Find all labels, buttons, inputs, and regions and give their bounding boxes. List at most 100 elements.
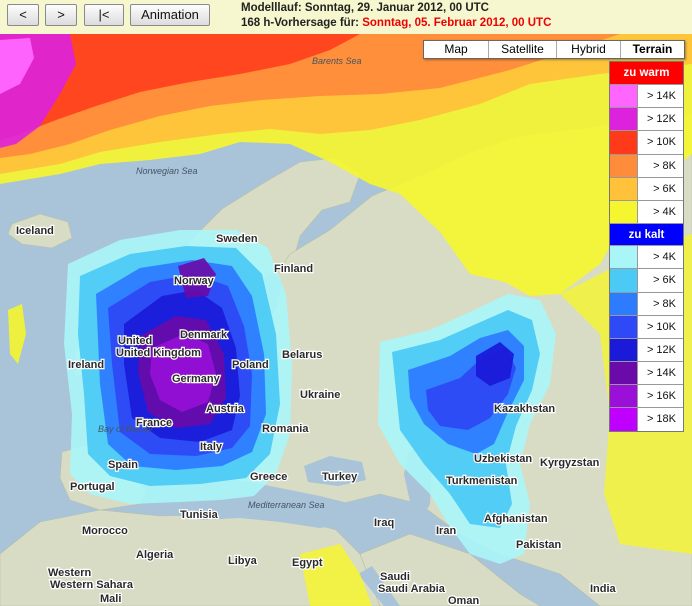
- map-label-morocco: Morocco: [82, 525, 128, 537]
- legend-swatch: [610, 315, 638, 338]
- map-label-turkey: Turkey: [322, 471, 358, 483]
- map-label-united-kingdom: United Kingdom: [116, 347, 201, 359]
- legend-swatch: [610, 292, 638, 315]
- legend-label: > 12K: [638, 108, 683, 131]
- next-frame-button[interactable]: >: [45, 4, 77, 26]
- map-label-ukraine: Ukraine: [300, 389, 340, 401]
- map-label-iran: Iran: [436, 525, 456, 537]
- legend-swatch: [610, 108, 638, 131]
- legend-row: > 16K: [610, 384, 683, 408]
- map-label-uzbekistan: Uzbekistan: [474, 453, 532, 465]
- legend-row: > 8K: [610, 153, 683, 177]
- first-frame-button[interactable]: |<: [84, 4, 124, 26]
- legend-label: > 8K: [638, 154, 683, 177]
- map-label-oman: Oman: [448, 595, 479, 606]
- legend-row: > 4K: [610, 199, 683, 224]
- map-label-italy: Italy: [200, 441, 223, 453]
- legend-swatch: [610, 338, 638, 362]
- map-label-india: India: [590, 583, 617, 595]
- map-label-kazakhstan: Kazakhstan: [494, 403, 555, 415]
- legend-label: > 12K: [638, 338, 683, 362]
- legend-label: > 10K: [638, 131, 683, 154]
- forecast-line: 168 h-Vorhersage für: Sonntag, 05. Febru…: [241, 16, 551, 31]
- map-label-mediterranean: Mediterranean Sea: [248, 500, 325, 510]
- map-label-saudi: Saudi: [380, 571, 410, 583]
- legend-row: > 6K: [610, 176, 683, 200]
- map-label-sweden: Sweden: [216, 233, 258, 245]
- legend-label: > 14K: [638, 85, 683, 108]
- legend-swatch: [610, 362, 638, 385]
- map-label-ireland: Ireland: [68, 359, 104, 371]
- map-type-terrain-button[interactable]: Terrain: [621, 41, 684, 58]
- legend-row: > 14K: [610, 361, 683, 385]
- legend-row: > 12K: [610, 337, 683, 362]
- legend-label: > 4K: [638, 200, 683, 224]
- legend-label: > 16K: [638, 385, 683, 408]
- map-label-iceland: Iceland: [16, 225, 54, 237]
- map-label-pakistan: Pakistan: [516, 539, 562, 551]
- map-label-portugal: Portugal: [70, 481, 115, 493]
- map-label-belarus: Belarus: [282, 349, 322, 361]
- legend-swatch: [610, 246, 638, 269]
- anomaly-legend: zu warm > 14K > 12K > 10K > 8K > 6K > 4K zu k…: [609, 61, 684, 432]
- legend-warm-title: zu warm: [610, 62, 683, 84]
- map-label-austria: Austria: [206, 403, 245, 415]
- legend-row: > 14K: [610, 84, 683, 108]
- model-run-value: Sonntag, 29. Januar 2012, 00 UTC: [304, 2, 489, 14]
- map-label-iraq: Iraq: [374, 517, 394, 529]
- legend-label: > 6K: [638, 269, 683, 292]
- map-label-denmark: Denmark: [180, 329, 228, 341]
- map-label-tunisia: Tunisia: [180, 509, 219, 521]
- forecast-label: 168 h-Vorhersage für:: [241, 17, 363, 29]
- map-canvas[interactable]: Barents Sea Norwegian Sea Bay of Biscay …: [0, 34, 692, 606]
- map-label-finland: Finland: [274, 263, 313, 275]
- legend-swatch: [610, 85, 638, 108]
- map-type-hybrid-button[interactable]: Hybrid: [557, 41, 621, 58]
- legend-swatch: [610, 269, 638, 292]
- map-label-egypt: Egypt: [292, 557, 323, 569]
- map-type-map-button[interactable]: Map: [424, 41, 489, 58]
- legend-swatch: [610, 408, 638, 431]
- legend-swatch: [610, 200, 638, 224]
- model-run-label: Modelllauf:: [241, 2, 305, 14]
- legend-cold-rows: > 4K > 6K > 8K > 10K > 12K > 14K > 16K > 18K: [610, 245, 683, 431]
- map-view[interactable]: Barents Sea Norwegian Sea Bay of Biscay …: [0, 34, 692, 606]
- legend-row: > 8K: [610, 291, 683, 315]
- map-label-barents-sea: Barents Sea: [312, 56, 362, 66]
- map-type-satellite-button[interactable]: Satellite: [489, 41, 557, 58]
- legend-label: > 14K: [638, 362, 683, 385]
- legend-row: > 4K: [610, 245, 683, 269]
- legend-swatch: [610, 131, 638, 154]
- map-label-algeria: Algeria: [136, 549, 174, 561]
- legend-label: > 4K: [638, 246, 683, 269]
- forecast-value: Sonntag, 05. Februar 2012, 00 UTC: [362, 17, 552, 29]
- toolbar: < > |< Animation Modelllauf: Sonntag, 29…: [0, 0, 692, 34]
- legend-swatch: [610, 385, 638, 408]
- legend-label: > 6K: [638, 177, 683, 200]
- legend-label: > 8K: [638, 292, 683, 315]
- map-label-western-sahara: Western Sahara: [50, 579, 134, 591]
- map-label-norway: Norway: [174, 275, 215, 287]
- map-label-germany: Germany: [172, 373, 221, 385]
- map-label-norwegian-sea: Norwegian Sea: [136, 166, 198, 176]
- legend-cold-title: zu kalt: [610, 223, 683, 246]
- legend-label: > 18K: [638, 408, 683, 431]
- map-label-western: Western: [48, 567, 91, 579]
- map-type-selector: Map Satellite Hybrid Terrain: [423, 40, 685, 59]
- map-label-libya: Libya: [228, 555, 258, 567]
- legend-swatch: [610, 154, 638, 177]
- legend-swatch: [610, 177, 638, 200]
- map-label-mali: Mali: [100, 593, 121, 605]
- model-run-line: Modelllauf: Sonntag, 29. Januar 2012, 00…: [241, 1, 551, 16]
- map-label-kyrgyzstan: Kyrgyzstan: [540, 457, 600, 469]
- animation-button[interactable]: Animation: [130, 4, 210, 26]
- map-label-romania: Romania: [262, 423, 309, 435]
- legend-warm-rows: > 14K > 12K > 10K > 8K > 6K > 4K: [610, 84, 683, 224]
- legend-row: > 18K: [610, 407, 683, 431]
- previous-frame-button[interactable]: <: [7, 4, 39, 26]
- map-label-afghanistan: Afghanistan: [484, 513, 548, 525]
- map-label-poland: Poland: [232, 359, 269, 371]
- map-label-turkmenistan: Turkmenistan: [446, 475, 518, 487]
- map-label-greece: Greece: [250, 471, 287, 483]
- map-label-france: France: [136, 417, 172, 429]
